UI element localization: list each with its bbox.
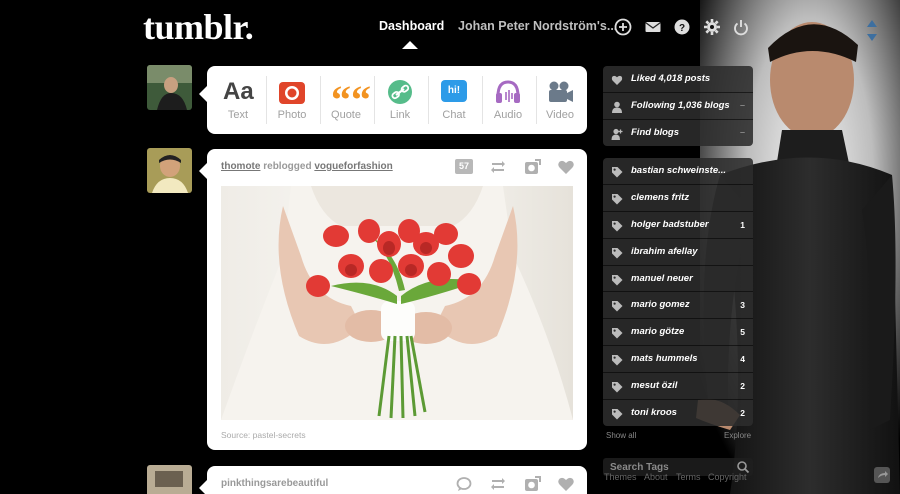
like-heart-icon[interactable] [557,158,575,176]
post-type-video[interactable]: Video [533,66,587,134]
nav-active-caret [402,41,418,49]
sidebar-tracked-tags: bastian schweinste... clemens fritz holg… [603,158,753,427]
sidebar-tag-item[interactable]: ibrahim afellay [603,239,753,266]
dashboard-post: pinkthingsarebeautiful [199,466,587,494]
notes-count[interactable]: 57 [455,159,473,174]
avatar[interactable] [147,65,192,110]
share-icon[interactable] [873,466,891,484]
sidebar-tag-item[interactable]: mats hummels 4 [603,346,753,373]
add-person-icon [611,128,623,140]
footer-link-terms[interactable]: Terms [676,472,701,482]
sidebar-tag-item[interactable]: manuel neuer [603,266,753,293]
reblogged-from-link[interactable]: vogueforfashion [314,161,392,172]
nav-dashboard[interactable]: Dashboard [379,19,444,33]
post-type-selector: Aa Text Photo ““ Quote Link hi! Chat Aud… [199,66,587,134]
sidebar-stats: Liked 4,018 posts Following 1,036 blogs … [603,66,753,147]
text-icon: Aa [223,78,254,105]
post-box-pointer [199,86,207,102]
sidebar-tag-item[interactable]: toni kroos 2 [603,400,753,427]
chevron-icon: – [739,126,745,137]
quote-icon: ““ [331,77,371,122]
post-header: pinkthingsarebeautiful [221,478,328,489]
sidebar-tag-item[interactable]: clemens fritz [603,185,753,212]
edit-reblog-icon[interactable] [523,475,541,493]
tag-icon [612,301,623,312]
post-pointer [199,163,207,179]
reblog-icon[interactable] [489,475,507,493]
sidebar-tag-item[interactable]: bastian schweinste... [603,158,753,186]
headphones-icon [496,80,520,103]
camera-icon [279,82,305,104]
post-type-audio[interactable]: Audio [481,66,535,134]
sidebar-tag-item[interactable]: mario götze 5 [603,319,753,346]
show-all-tags-link[interactable]: Show all [606,431,636,440]
post-type-chat[interactable]: hi! Chat [427,66,481,134]
video-camera-icon [549,81,573,102]
footer-link-themes[interactable]: Themes [604,472,637,482]
link-icon [388,80,412,104]
chat-icon: hi! [441,80,467,102]
tag-icon [612,274,623,286]
chevron-icon: – [739,99,745,110]
sidebar-tag-item[interactable]: mario gomez 3 [603,292,753,320]
sidebar: Liked 4,018 posts Following 1,036 blogs … [603,66,753,427]
post-type-link[interactable]: Link [373,66,427,134]
sidebar-tag-item[interactable]: mesut özil 2 [603,373,753,400]
post-author-link[interactable]: thomote [221,161,260,172]
post-pointer [199,480,207,494]
tag-icon [612,328,623,339]
post-type-quote[interactable]: ““ Quote [319,66,373,134]
post-verb: reblogged [263,161,312,172]
sidebar-item-liked[interactable]: Liked 4,018 posts [603,66,753,93]
explore-link[interactable]: Explore [724,431,751,440]
footer-link-about[interactable]: About [644,472,668,482]
post-type-text[interactable]: Aa Text [211,66,265,134]
sidebar-item-following[interactable]: Following 1,036 blogs – [603,93,753,120]
heart-icon [611,75,623,85]
avatar[interactable] [147,465,192,494]
tag-icon [612,408,623,420]
sidebar-tag-item[interactable]: holger badstuber 1 [603,212,753,239]
svg-text:?: ? [679,23,685,34]
power-icon[interactable] [730,16,752,38]
tag-icon [612,167,623,178]
scroll-up-icon[interactable] [866,18,878,28]
dashboard-post: thomote reblogged vogueforfashion 57 Sou… [199,149,587,450]
plus-circle-icon[interactable] [612,16,634,38]
reblog-icon[interactable] [489,158,507,176]
reply-bubble-icon[interactable] [455,475,473,493]
gear-icon[interactable] [701,16,723,38]
tag-icon [612,247,623,259]
help-icon[interactable]: ? [671,16,693,38]
post-source[interactable]: Source: pastel-secrets [221,430,306,440]
tag-icon [612,220,623,232]
post-photo[interactable] [221,186,573,420]
search-icon[interactable] [736,460,750,474]
tag-icon [612,381,623,393]
bridal-bouquet-image [221,186,573,420]
person-icon [612,101,622,113]
post-type-photo[interactable]: Photo [265,66,319,134]
avatar[interactable] [147,148,192,193]
tag-icon [612,194,623,205]
mail-icon[interactable] [642,16,664,38]
post-header: thomote reblogged vogueforfashion [221,161,393,172]
scroll-down-icon[interactable] [866,33,878,43]
post-author-link[interactable]: pinkthingsarebeautiful [221,478,328,489]
sidebar-item-find-blogs[interactable]: Find blogs – [603,120,753,147]
edit-reblog-icon[interactable] [523,158,541,176]
tumblr-logo[interactable]: tumblr. [143,6,254,48]
like-heart-icon[interactable] [557,475,575,493]
nav-user-blog[interactable]: Johan Peter Nordström's... [458,19,617,33]
tag-icon [612,354,623,366]
